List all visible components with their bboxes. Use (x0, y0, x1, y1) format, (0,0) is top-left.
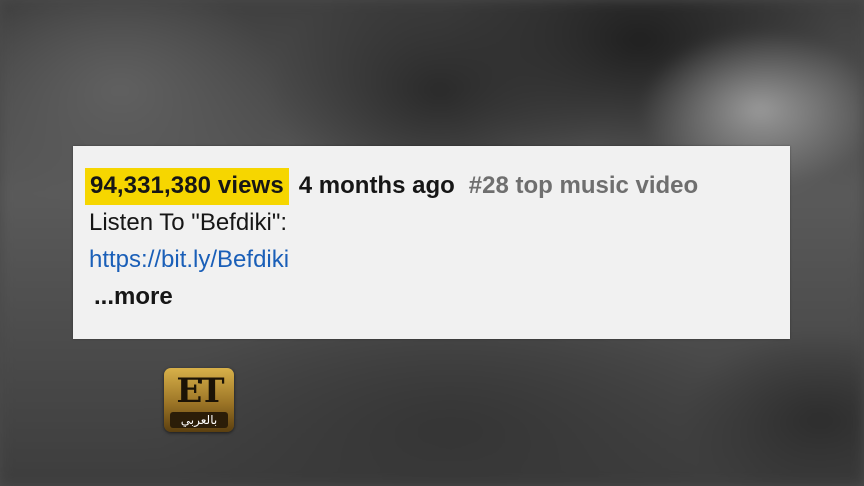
view-count: 94,331,380 views (85, 167, 289, 205)
upload-age: 4 months ago (298, 172, 455, 199)
video-description-card: 94,331,380 views 4 months ago #28 top mu… (73, 146, 790, 339)
trending-rank-link[interactable]: #28 top music video (469, 172, 698, 200)
video-frame: 94,331,380 views 4 months ago #28 top mu… (0, 0, 864, 486)
description-link[interactable]: https://bit.ly/Befdiki (89, 246, 289, 274)
logo-subtitle: بالعربي (170, 412, 228, 428)
et-arabic-logo: ET بالعربي (164, 368, 234, 432)
show-more-button[interactable]: ...more (94, 283, 173, 311)
metadata-row: 94,331,380 views 4 months ago #28 top mu… (85, 167, 698, 205)
logo-mark: ET (176, 371, 224, 411)
description-text: Listen To "Befdiki": (89, 209, 288, 236)
